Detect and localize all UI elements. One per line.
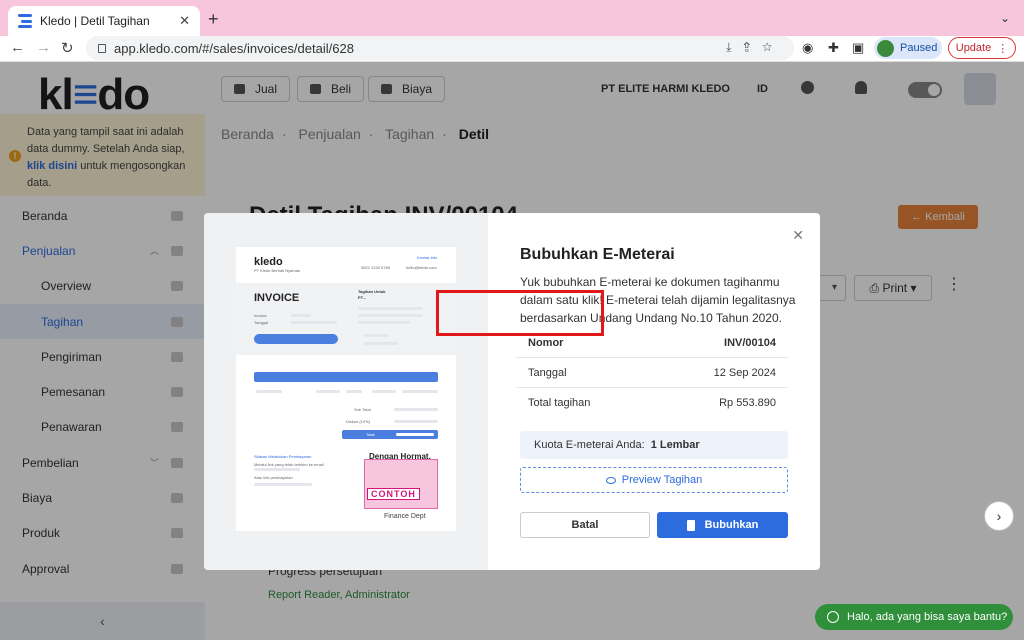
address-bar-actions[interactable]: ⤓⇪☆ xyxy=(726,40,784,55)
invoice-illustration-panel: kledo PT Kledo Berhati Nyaman Kontak Inf… xyxy=(204,213,488,570)
preview-label: Preview Tagihan xyxy=(621,474,703,486)
illustration-subtotal: Sub Total xyxy=(354,407,371,412)
lock-icon xyxy=(98,43,106,53)
modal-title: Bubuhkan E-Meterai xyxy=(520,246,675,263)
illustration-invoice-word: INVOICE xyxy=(254,292,300,304)
highlight-annotation xyxy=(436,290,604,336)
illustration-total: Total xyxy=(366,432,375,437)
close-icon[interactable]: ✕ xyxy=(792,227,804,244)
row-label: Nomor xyxy=(528,336,564,349)
submit-label: Bubuhkan xyxy=(704,519,759,531)
illustration-phone: 0822 1234 5789 xyxy=(361,265,390,270)
chevron-right-icon: › xyxy=(996,508,1002,524)
next-arrow-button[interactable]: › xyxy=(984,501,1014,531)
emeterai-modal: kledo PT Kledo Berhati Nyaman Kontak Inf… xyxy=(204,213,820,570)
extensions-puzzle-icon[interactable]: ✚ xyxy=(828,40,839,56)
invoice-preview-illustration: kledo PT Kledo Berhati Nyaman Kontak Inf… xyxy=(236,247,456,531)
illustration-logo: kledo xyxy=(254,256,283,268)
back-arrow-icon[interactable]: ← xyxy=(10,39,25,56)
tab-search-chevron-icon[interactable]: ⌄ xyxy=(1000,11,1010,25)
row-label: Tanggal xyxy=(528,366,567,379)
table-row: Tanggal 12 Sep 2024 xyxy=(516,358,788,388)
menu-dots-icon: ⋮ xyxy=(997,42,1009,55)
browser-toolbar: ← → ↻ app.kledo.com/#/sales/invoices/det… xyxy=(0,36,1024,62)
illustration-payment-line1: Melalui link yang telah terkirim ke emai… xyxy=(254,462,324,467)
document-icon xyxy=(686,519,695,531)
row-label: Total tagihan xyxy=(528,397,591,409)
help-chat-button[interactable]: Halo, ada yang bisa saya bantu? xyxy=(815,604,1013,630)
side-panel-icon[interactable]: ▣ xyxy=(852,40,864,56)
update-label: Update xyxy=(955,42,992,54)
update-button[interactable]: Update ⋮ xyxy=(948,37,1016,59)
profile-avatar-icon xyxy=(877,39,894,57)
tab-close-icon[interactable]: ✕ xyxy=(179,13,190,29)
illustration-payment-title: Silakan Melakukan Pembayaran xyxy=(254,454,312,459)
cancel-button[interactable]: Batal xyxy=(520,512,650,538)
eye-icon xyxy=(605,476,616,484)
chat-label: Halo, ada yang bisa saya bantu? xyxy=(847,611,1008,623)
row-value: INV/00104 xyxy=(724,336,776,349)
row-value: 12 Sep 2024 xyxy=(713,366,776,379)
forward-arrow-icon[interactable]: → xyxy=(36,39,51,56)
browser-tab-bar: Kledo | Detil Tagihan ✕ + ⌄ xyxy=(0,0,1024,36)
new-tab-icon[interactable]: + xyxy=(208,9,219,30)
browser-tab[interactable]: Kledo | Detil Tagihan ✕ xyxy=(8,6,200,36)
illustration-payment-line2: Atau link pembayaran xyxy=(254,475,293,480)
emeterai-form-panel: ✕ Bubuhkan E-Meterai Yuk bubuhkan E-mete… xyxy=(488,213,820,570)
chat-bubble-icon xyxy=(827,611,839,623)
emeterai-quota: Kuota E-meterai Anda: 1 Lembar xyxy=(520,431,788,459)
illustration-signatory: Finance Dept xyxy=(384,513,426,520)
illustration-contact-title: Kontak Info xyxy=(417,255,438,260)
kledo-favicon-icon xyxy=(18,14,32,28)
address-bar[interactable]: app.kledo.com/#/sales/invoices/detail/62… xyxy=(86,36,794,60)
url-text: app.kledo.com/#/sales/invoices/detail/62… xyxy=(114,40,354,56)
tab-title: Kledo | Detil Tagihan xyxy=(40,14,150,28)
invoice-summary-table: Nomor INV/00104 Tanggal 12 Sep 2024 Total … xyxy=(516,328,788,418)
illustration-date-label: Tanggal xyxy=(254,320,269,325)
emeterai-sample-stamp: CONTOH xyxy=(364,459,438,509)
reload-icon[interactable]: ↻ xyxy=(61,39,74,57)
affix-emeterai-button[interactable]: Bubuhkan xyxy=(657,512,788,538)
illustration-discount: Diskon (10%) xyxy=(346,419,371,424)
row-value: Rp 553.890 xyxy=(719,397,776,409)
table-row: Total tagihan Rp 553.890 xyxy=(516,388,788,418)
preview-invoice-button[interactable]: Preview Tagihan xyxy=(520,467,788,493)
profile-button[interactable]: Paused xyxy=(874,37,942,59)
profile-status: Paused xyxy=(900,42,938,54)
camera-icon[interactable]: ◉ xyxy=(802,40,813,56)
quota-label: Kuota E-meterai Anda: xyxy=(534,439,645,451)
illustration-company: PT Kledo Berhati Nyaman xyxy=(254,268,301,273)
illustration-bill-to-name: PT... xyxy=(358,295,367,300)
illustration-invoice-label: Invoice xyxy=(254,313,267,318)
illustration-bill-to: Tagihan Untuk xyxy=(358,289,386,294)
quota-value: 1 Lembar xyxy=(650,439,700,451)
stamp-text: CONTOH xyxy=(367,488,420,500)
illustration-email: hello@kledo.com xyxy=(406,265,437,270)
